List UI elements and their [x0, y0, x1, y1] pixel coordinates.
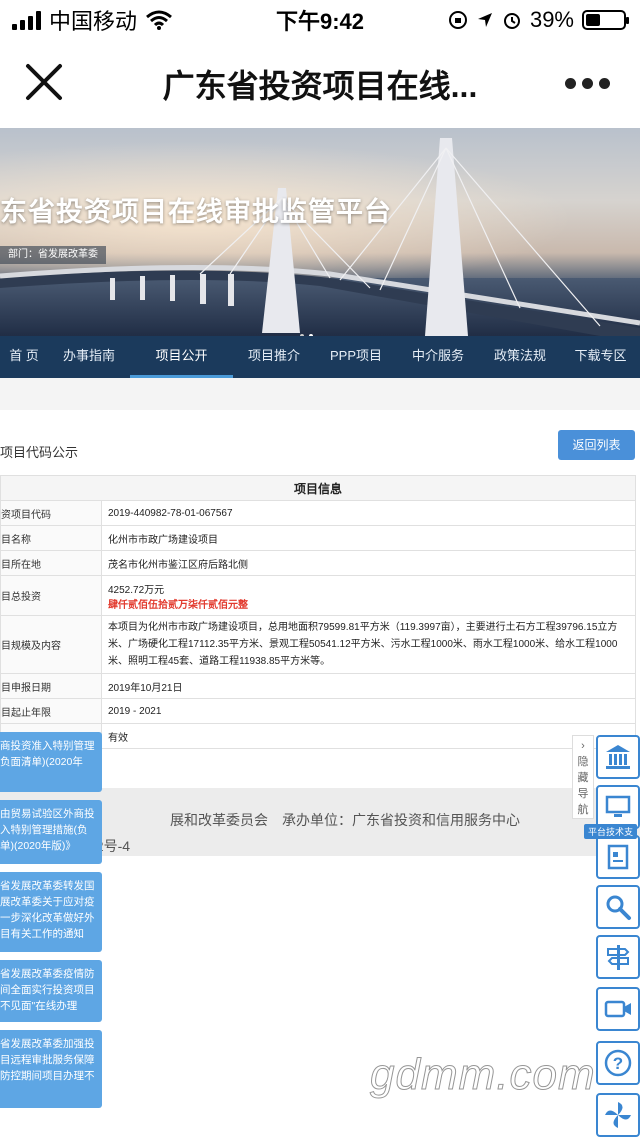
main-menu: 首 页 办事指南 项目公开 项目推介 PPP项目 中介服务 政策法规 下载专区 [0, 336, 640, 378]
location-icon [477, 13, 492, 27]
hide-nav-label: 隐藏导航 [577, 756, 589, 816]
row-value: 2019 - 2021 [101, 698, 636, 724]
row-value: 本项目为化州市市政广场建设项目，总用地面积79599.81平方米（119.399… [101, 615, 636, 674]
institution-button[interactable] [596, 735, 640, 779]
watermark: gdmm.com [370, 1050, 596, 1100]
menu-item-guide[interactable]: 办事指南 [48, 336, 130, 378]
banner-title: 东省投资项目在线审批监管平台 [0, 197, 392, 227]
pinwheel-logo-icon [605, 1102, 631, 1128]
row-value: 茂名市化州市鉴江区府后路北侧 [101, 550, 636, 576]
government-building-icon [606, 745, 630, 769]
tech-support-tag: 平台技术支 [584, 824, 638, 839]
online-service-button[interactable] [596, 785, 640, 829]
search-icon [606, 895, 631, 920]
search-button[interactable] [596, 885, 640, 929]
row-key: 目起止年限 [0, 698, 102, 724]
total-investment-uppercase: 肆仟贰佰伍拾贰万柒仟贰佰元整 [108, 599, 248, 611]
row-key: 目规模及内容 [0, 615, 102, 674]
hide-nav-toggle[interactable]: › 隐藏导航 [572, 735, 594, 819]
policy-card[interactable]: 省发展改革委疫情防间全面实行投资项目不见面"在线办理 [0, 960, 102, 1022]
question-mark-icon: ? [604, 1049, 632, 1077]
status-bar: 中国移动 下午9:42 39% [0, 0, 640, 40]
back-to-list-button[interactable]: 返回列表 [558, 430, 635, 460]
menu-item-download[interactable]: 下载专区 [561, 336, 640, 378]
video-button[interactable] [596, 987, 640, 1031]
policy-card[interactable]: 省发展改革委加强投目远程审批服务保障防控期间项目办理不 [0, 1030, 102, 1108]
guide-button[interactable] [596, 835, 640, 879]
bridge-image [0, 138, 640, 336]
table-header: 项目信息 [0, 475, 636, 501]
row-key: 目申报日期 [0, 673, 102, 699]
svg-text:?: ? [613, 1054, 623, 1073]
close-icon[interactable] [24, 62, 64, 102]
rotation-lock-icon [448, 11, 467, 29]
row-key: 目所在地 [0, 550, 102, 576]
footer-line1: 展和改革委员会 承办单位：广东省投资和信用服务中心 [170, 812, 520, 828]
project-info-table: 项目信息 资项目代码 2019-440982-78-01-067567 目名称 化州… [0, 475, 636, 749]
content-panel: 项目代码公示 返回列表 项目信息 资项目代码 2019-440982-78-01-… [0, 410, 640, 760]
logo-button[interactable] [596, 1093, 640, 1137]
battery-icon [582, 10, 629, 30]
spacer [0, 378, 640, 412]
video-camera-icon [604, 1000, 631, 1018]
menu-item-project-public[interactable]: 项目公开 [130, 336, 233, 378]
signpost-icon [607, 945, 630, 970]
row-key: 资项目代码 [0, 500, 102, 526]
menu-item-project-promo[interactable]: 项目推介 [233, 336, 315, 378]
computer-icon [605, 795, 631, 817]
nav-bar: 广东省投资项目在线... [0, 40, 640, 128]
banner: 东省投资项目在线审批监管平台 部门：省发展改革委 [0, 128, 640, 336]
menu-item-ppp[interactable]: PPP项目 [315, 336, 397, 378]
row-value: 有效 [101, 723, 636, 749]
row-key: 目总投资 [0, 575, 102, 616]
battery-percent: 39% [529, 7, 574, 32]
row-value: 化州市市政广场建设项目 [101, 525, 636, 551]
row-value: 2019年10月21日 [101, 673, 636, 699]
help-button[interactable]: ? [596, 1041, 640, 1085]
chevron-right-icon: › [581, 740, 585, 752]
menu-item-policy[interactable]: 政策法规 [479, 336, 561, 378]
section-title: 项目代码公示 [0, 445, 79, 460]
alarm-icon [503, 13, 520, 29]
more-icon[interactable] [565, 78, 610, 89]
document-icon [607, 844, 629, 870]
policy-card[interactable]: 商投资准入特别管理负面清单)(2020年 [0, 732, 102, 792]
policy-card[interactable]: 省发展改革委转发国展改革委关于应对疫一步深化改革做好外目有关工作的通知 [0, 872, 102, 952]
row-value: 2019-440982-78-01-067567 [101, 500, 636, 526]
menu-item-home[interactable]: 首 页 [0, 336, 48, 378]
policy-card[interactable]: 由贸易试验区外商投入特别管理措施(负单)(2020年版)》 [0, 800, 102, 864]
row-key: 目名称 [0, 525, 102, 551]
row-value: 4252.72万元肆仟贰佰伍拾贰万柒仟贰佰元整 [101, 575, 636, 616]
menu-item-agency[interactable]: 中介服务 [397, 336, 479, 378]
signpost-button[interactable] [596, 935, 640, 979]
banner-dept: 部门：省发展改革委 [0, 246, 106, 264]
page-title: 广东省投资项目在线... [162, 68, 478, 104]
total-investment: 4252.72万元 [108, 584, 165, 596]
